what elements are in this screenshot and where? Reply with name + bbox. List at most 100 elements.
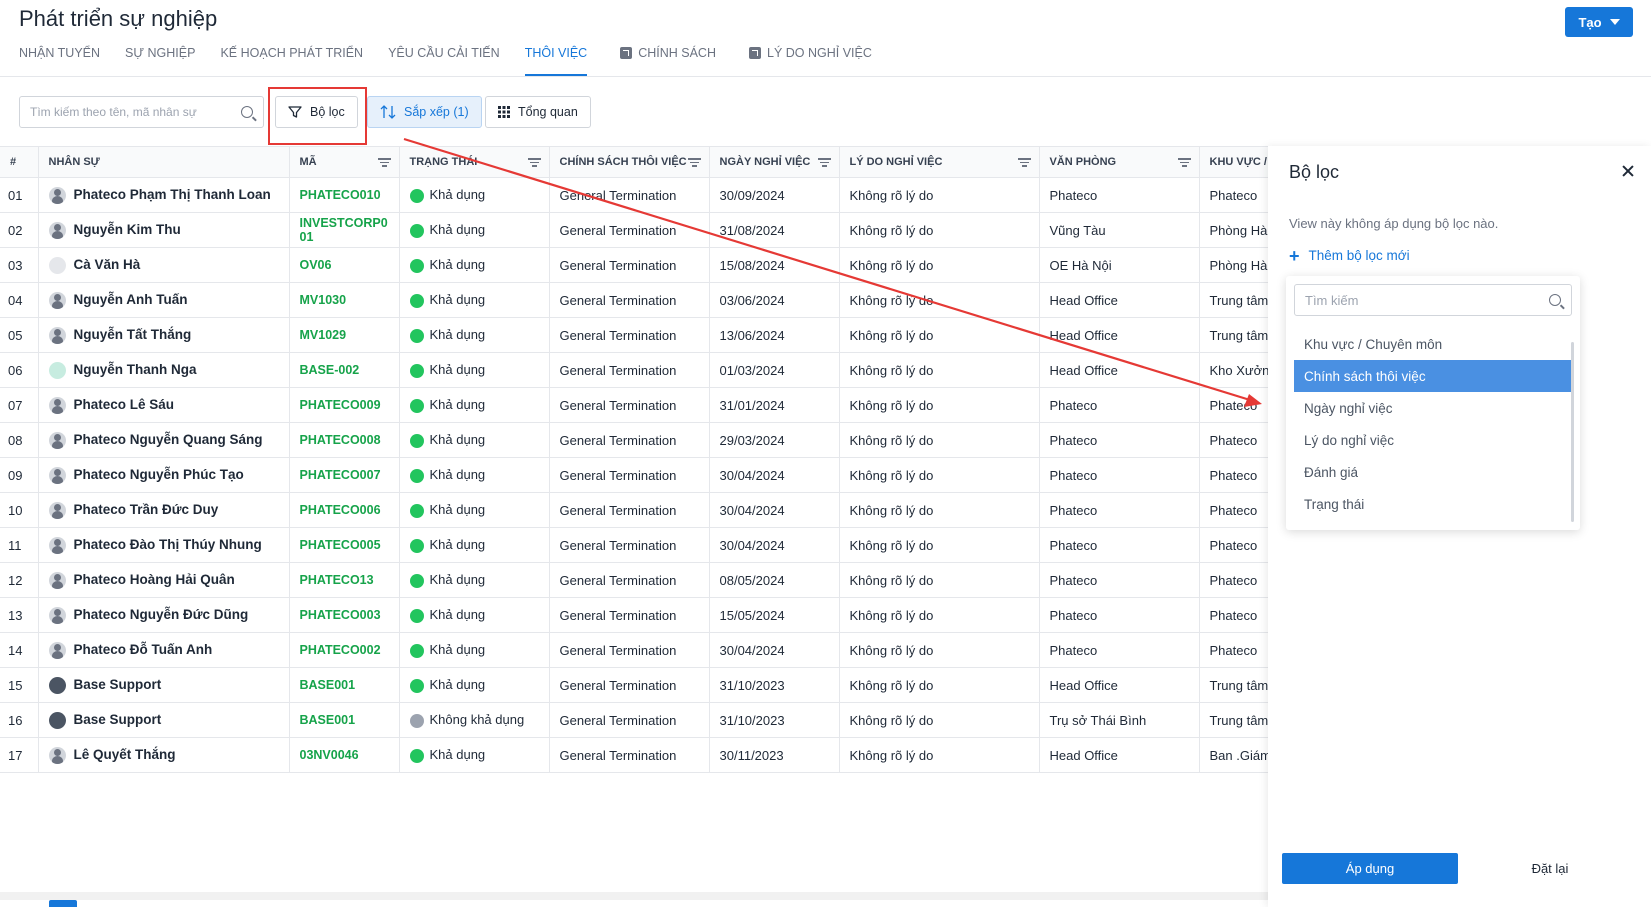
overview-button[interactable]: Tổng quan (485, 96, 591, 128)
dropdown-option[interactable]: Chính sách thôi việc (1294, 360, 1572, 392)
column-filter-icon[interactable] (527, 158, 541, 167)
employee-cell[interactable]: Phateco Lê Sáu (38, 387, 290, 423)
employee-cell[interactable]: Phateco Đào Thị Thúy Nhung (38, 527, 290, 563)
search-box[interactable] (19, 96, 264, 128)
avatar (48, 256, 66, 274)
tab-5[interactable]: THÔI VIỆC (524, 46, 588, 76)
tab-2[interactable]: SỰ NGHIỆP (125, 46, 195, 76)
column-header[interactable]: NGÀY NGHỈ VIỆC (709, 146, 840, 178)
table-row[interactable]: 06 Nguyễn Thanh Nga BASE-002 Khả dụng Genera… (0, 352, 1268, 388)
table-row[interactable]: 14 Phateco Đỗ Tuấn Anh PHATECO002 Khả dụng G… (0, 632, 1268, 668)
employee-cell[interactable]: Phateco Nguyễn Quang Sáng (38, 422, 290, 458)
employee-cell[interactable]: Phateco Đỗ Tuấn Anh (38, 632, 290, 668)
table-row[interactable]: 16 Base Support BASE001 Không khả dụng Gener… (0, 702, 1268, 738)
page-indicator[interactable] (49, 900, 77, 907)
employee-cell[interactable]: Phateco Hoàng Hải Quân (38, 562, 290, 598)
row-index: 05 (0, 317, 39, 353)
employee-cell[interactable]: Phateco Nguyễn Phúc Tạo (38, 457, 290, 493)
column-header[interactable]: KHU VỰC / C (1199, 146, 1268, 178)
table-row[interactable]: 15 Base Support BASE001 Khả dụng General Ter… (0, 667, 1268, 703)
column-header[interactable]: MÃ (289, 146, 400, 178)
column-filter-icon[interactable] (1177, 158, 1191, 167)
table-row[interactable]: 05 Nguyễn Tất Thắng MV1029 Khả dụng General … (0, 317, 1268, 353)
employee-code: PHATECO005 (289, 527, 400, 563)
apply-button[interactable]: Áp dụng (1282, 853, 1458, 884)
employee-name: Cà Văn Hà (73, 256, 141, 272)
employee-cell[interactable]: Nguyễn Tất Thắng (38, 317, 290, 353)
office-cell: Phateco (1039, 422, 1200, 458)
dropdown-option[interactable]: Khu vực / Chuyên môn (1294, 328, 1572, 360)
table-row[interactable]: 03 Cà Văn Hà OV06 Khả dụng General Terminati… (0, 247, 1268, 283)
employee-name: Nguyễn Tất Thắng (73, 326, 192, 342)
status-cell: Khả dụng (399, 317, 550, 353)
column-filter-icon[interactable] (377, 158, 391, 167)
table-row[interactable]: 08 Phateco Nguyễn Quang Sáng PHATECO008 Khả… (0, 422, 1268, 458)
dropdown-option[interactable]: Trạng thái (1294, 488, 1572, 520)
office-cell: Trụ sở Thái Bình (1039, 702, 1200, 738)
table-row[interactable]: 12 Phateco Hoàng Hải Quân PHATECO13 Khả dụn… (0, 562, 1268, 598)
tab-4[interactable]: YÊU CẦU CẢI TIẾN (388, 46, 500, 76)
employee-name: Nguyễn Kim Thu (73, 221, 181, 237)
dropdown-search-box[interactable] (1294, 284, 1572, 316)
create-button[interactable]: Tạo (1565, 7, 1633, 37)
table-row[interactable]: 04 Nguyễn Anh Tuấn MV1030 Khả dụng General T… (0, 282, 1268, 318)
employee-cell[interactable]: Cà Văn Hà (38, 247, 290, 283)
search-input[interactable] (30, 105, 241, 119)
employee-cell[interactable]: Nguyễn Thanh Nga (38, 352, 290, 388)
row-index: 04 (0, 282, 39, 318)
status-dot-icon (409, 188, 424, 203)
reason-cell: Không rõ lý do (839, 317, 1040, 353)
column-filter-icon[interactable] (817, 158, 831, 167)
status-cell: Khả dụng (399, 562, 550, 598)
status-label: Khả dụng (429, 677, 486, 693)
close-icon[interactable] (1619, 162, 1637, 180)
employee-name: Phateco Nguyễn Đức Dũng (73, 606, 249, 622)
tab-3[interactable]: KẾ HOẠCH PHÁT TRIỂN (220, 46, 363, 76)
employee-cell[interactable]: Nguyễn Kim Thu (38, 212, 290, 248)
employee-cell[interactable]: Phateco Trần Đức Duy (38, 492, 290, 528)
horizontal-scrollbar[interactable] (0, 892, 1268, 900)
status-cell: Khả dụng (399, 527, 550, 563)
avatar (48, 746, 66, 764)
row-index: 11 (0, 527, 39, 563)
employee-cell[interactable]: Base Support (38, 667, 290, 703)
office-cell: Phateco (1039, 562, 1200, 598)
column-header[interactable]: TRẠNG THÁI (399, 146, 550, 178)
table-row[interactable]: 10 Phateco Trần Đức Duy PHATECO006 Khả dụng… (0, 492, 1268, 528)
column-header-label: TRẠNG THÁI (409, 156, 478, 168)
employee-cell[interactable]: Phateco Nguyễn Đức Dũng (38, 597, 290, 633)
add-filter-link[interactable]: + Thêm bộ lọc mới (1289, 247, 1410, 265)
tab-1[interactable]: NHẬN TUYỂN (19, 46, 100, 76)
dropdown-search-input[interactable] (1305, 292, 1549, 308)
table-row[interactable]: 07 Phateco Lê Sáu PHATECO009 Khả dụng Genera… (0, 387, 1268, 423)
column-header[interactable]: LÝ DO NGHỈ VIỆC (839, 146, 1040, 178)
table-row[interactable]: 09 Phateco Nguyễn Phúc Tạo PHATECO007 Khả d… (0, 457, 1268, 493)
column-header[interactable]: NHÂN SỰ (38, 146, 290, 178)
avatar (48, 396, 66, 414)
dropdown-scrollbar[interactable] (1571, 342, 1574, 522)
table-row[interactable]: 02 Nguyễn Kim Thu INVESTCORP0 01 Khả dụng Ge… (0, 212, 1268, 248)
dropdown-option[interactable]: Ngày nghỉ việc (1294, 392, 1572, 424)
column-header[interactable]: VĂN PHÒNG (1039, 146, 1200, 178)
policy-cell: General Termination (549, 177, 710, 213)
dropdown-option[interactable]: Đánh giá (1294, 456, 1572, 488)
sort-button[interactable]: Sắp xếp (1) (367, 96, 482, 128)
column-filter-icon[interactable] (1017, 158, 1031, 167)
table-row[interactable]: 11 Phateco Đào Thị Thúy Nhung PHATECO005 Kh… (0, 527, 1268, 563)
employee-cell[interactable]: Phateco Phạm Thị Thanh Loan (38, 177, 290, 213)
table-row[interactable]: 01 Phateco Phạm Thị Thanh Loan PHATECO010 K… (0, 177, 1268, 213)
table-row[interactable]: 13 Phateco Nguyễn Đức Dũng PHATECO003 Khả d… (0, 597, 1268, 633)
employee-cell[interactable]: Base Support (38, 702, 290, 738)
column-header-label: CHÍNH SÁCH THÔI VIỆC (559, 156, 687, 168)
dropdown-option[interactable]: Lý do nghỉ việc (1294, 424, 1572, 456)
column-header[interactable]: # (0, 146, 39, 178)
table-row[interactable]: 17 Lê Quyết Thắng 03NV0046 Khả dụng General … (0, 737, 1268, 773)
reset-button[interactable]: Đặt lại (1510, 853, 1590, 884)
tab-6[interactable]: CHÍNH SÁCH (612, 46, 716, 76)
tab-7[interactable]: LÝ DO NGHỈ VIỆC (741, 46, 872, 76)
employee-cell[interactable]: Lê Quyết Thắng (38, 737, 290, 773)
column-header[interactable]: CHÍNH SÁCH THÔI VIỆC (549, 146, 710, 178)
column-filter-icon[interactable] (687, 158, 701, 167)
employee-cell[interactable]: Nguyễn Anh Tuấn (38, 282, 290, 318)
policy-cell: General Termination (549, 282, 710, 318)
